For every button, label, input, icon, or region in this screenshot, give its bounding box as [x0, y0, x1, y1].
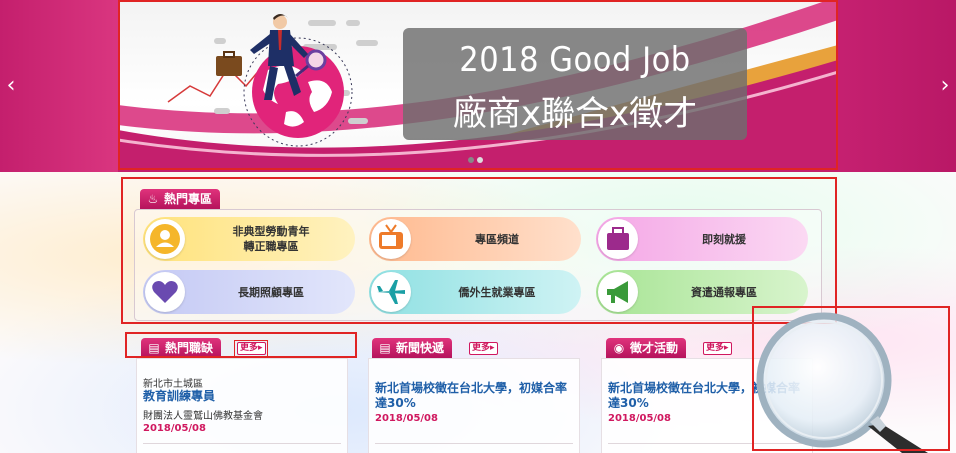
job-location: 新北市土城區	[143, 379, 203, 390]
hot-jobs-card: 新北市土城區 教育訓練專員 財團法人靈鷲山佛教基金會 2018/05/08	[136, 358, 348, 453]
events-tab: ◉ 徵才活動	[606, 338, 687, 358]
page: 2018 Good Job 廠商x聯合x徵才 ‹ › ♨ 熱門專區 非典型勞動青年…	[0, 0, 956, 453]
news-title: 新聞快遞	[396, 341, 445, 355]
banner-title-line1: 2018 Good Job	[459, 40, 691, 80]
hot-item-immediate-aid[interactable]: 即刻就援	[596, 217, 808, 261]
hot-item-label: 即刻就援	[702, 232, 746, 246]
airplane-icon	[371, 272, 411, 312]
events-more-button[interactable]: 更多▸	[703, 342, 732, 355]
job-date: 2018/05/08	[143, 423, 206, 434]
hot-item-label: 長期照顧專區	[238, 285, 304, 299]
binoculars-icon: ◉	[613, 341, 625, 355]
hot-item-overseas-students[interactable]: 僑外生就業專區	[369, 270, 581, 314]
megaphone-icon	[598, 272, 638, 312]
hot-jobs-tab: ▤ 熱門職缺	[141, 338, 222, 358]
user-icon	[145, 219, 185, 259]
job-organization: 財團法人靈鷲山佛教基金會	[143, 411, 263, 422]
flame-icon: ♨	[147, 192, 159, 206]
news-more-button[interactable]: 更多▸	[469, 342, 498, 355]
magnifier-icon	[756, 312, 928, 453]
tv-icon	[371, 219, 411, 259]
hot-zone-title: 熱門專區	[164, 192, 213, 206]
hero-banner[interactable]: 2018 Good Job 廠商x聯合x徵才 ‹ ›	[0, 0, 956, 172]
carousel-dots	[468, 148, 486, 167]
hot-jobs-more-button[interactable]: 更多▸	[237, 342, 266, 355]
newspaper-icon: ▤	[379, 341, 391, 355]
news-headline-link[interactable]: 新北首場校徵在台北大學，初媒合率達30%	[375, 381, 575, 411]
hot-item-channel[interactable]: 專區頻道	[369, 217, 581, 261]
news-tab: ▤ 新聞快遞	[372, 338, 453, 358]
job-title-link[interactable]: 教育訓練專員	[143, 389, 343, 404]
briefcase-icon	[598, 219, 638, 259]
card-divider	[143, 443, 341, 444]
magnifier-widget[interactable]	[752, 306, 952, 453]
briefcase-icon	[216, 56, 242, 76]
hot-item-label: 專區頻道	[475, 232, 519, 246]
hot-item-long-term-care[interactable]: 長期照顧專區	[143, 270, 355, 314]
events-title: 徵才活動	[630, 341, 679, 355]
carousel-prev-button[interactable]: ‹	[2, 74, 20, 98]
hot-item-label: 非典型勞動青年 轉正職專區	[232, 225, 310, 253]
banner-slide[interactable]: 2018 Good Job 廠商x聯合x徵才	[118, 0, 838, 172]
briefcase-icon: ▤	[148, 341, 160, 355]
hot-item-label: 僑外生就業專區	[458, 285, 536, 299]
news-date: 2018/05/08	[375, 413, 438, 424]
events-date: 2018/05/08	[608, 413, 671, 424]
hot-jobs-title: 熱門職缺	[165, 341, 214, 355]
hot-zone-tab: ♨ 熱門專區	[140, 189, 221, 209]
carousel-dot[interactable]	[477, 157, 483, 163]
carousel-next-button[interactable]: ›	[936, 74, 954, 98]
news-card: 新北首場校徵在台北大學，初媒合率達30% 2018/05/08	[368, 358, 580, 453]
banner-title-box: 2018 Good Job 廠商x聯合x徵才	[403, 28, 747, 140]
card-divider	[375, 443, 573, 444]
banner-magnifier-icon	[305, 49, 327, 71]
hot-item-youth-fulltime[interactable]: 非典型勞動青年 轉正職專區	[143, 217, 355, 261]
carousel-dot[interactable]	[468, 157, 474, 163]
banner-title-line2: 廠商x聯合x徵才	[452, 94, 698, 134]
heart-icon	[145, 272, 185, 312]
